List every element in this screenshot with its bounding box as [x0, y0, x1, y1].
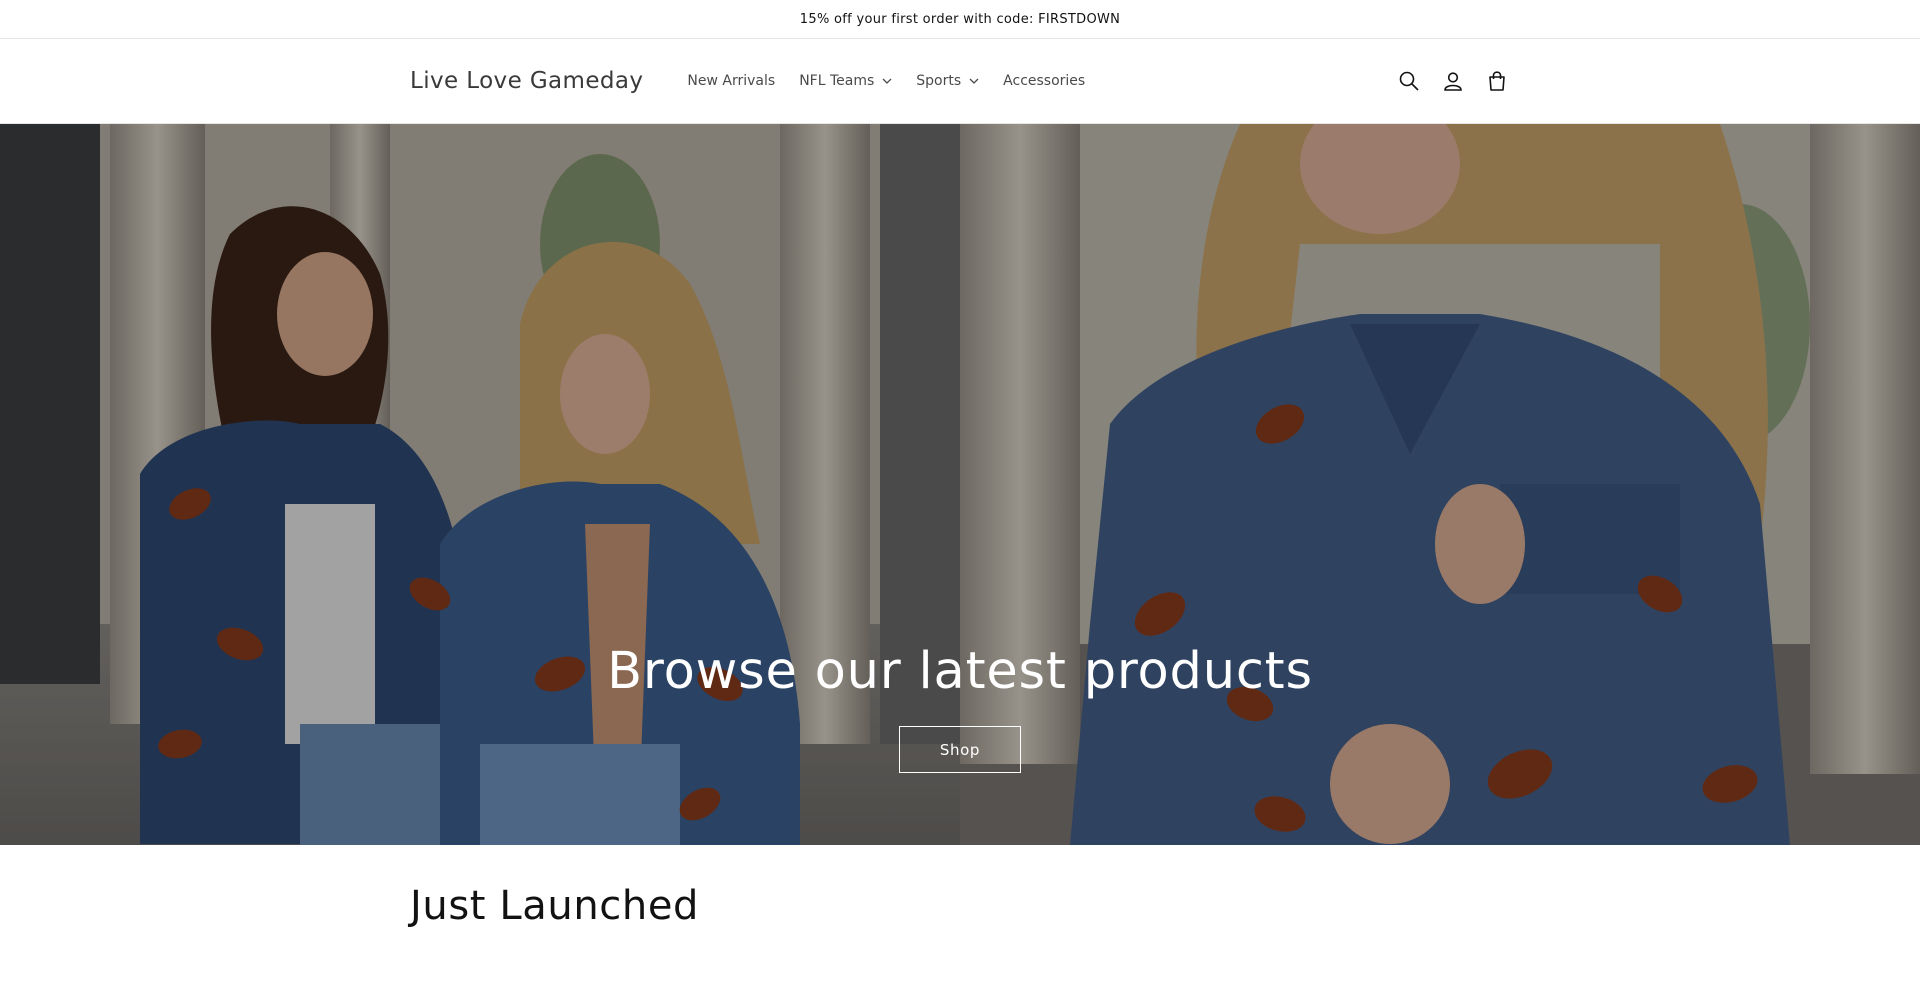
nav-item-label: NFL Teams	[799, 73, 875, 89]
search-icon[interactable]	[1396, 68, 1422, 94]
chevron-down-icon	[969, 76, 979, 86]
cart-icon[interactable]	[1484, 68, 1510, 94]
just-launched-section: Just Launched	[0, 845, 1920, 993]
site-header: Live Love Gameday New Arrivals NFL Teams…	[0, 39, 1920, 124]
nav-item-nfl-teams[interactable]: NFL Teams	[787, 73, 904, 89]
announcement-text: 15% off your first order with code: FIRS…	[799, 11, 1121, 27]
hero-content: Browse our latest products Shop	[0, 642, 1920, 774]
section-title: Just Launched	[410, 883, 700, 929]
shop-button[interactable]: Shop	[899, 726, 1021, 774]
account-icon[interactable]	[1440, 68, 1466, 94]
nav-item-sports[interactable]: Sports	[904, 73, 991, 89]
nav-item-accessories[interactable]: Accessories	[991, 73, 1097, 89]
nav-item-label: Sports	[916, 73, 962, 89]
chevron-down-icon	[882, 76, 892, 86]
nav-item-label: Accessories	[1003, 73, 1086, 89]
header-inner: Live Love Gameday New Arrivals NFL Teams…	[410, 39, 1510, 123]
header-icons	[1396, 68, 1510, 94]
nav-item-new-arrivals[interactable]: New Arrivals	[675, 73, 787, 89]
nav-item-label: New Arrivals	[687, 73, 776, 89]
hero-banner: Browse our latest products Shop	[0, 124, 1920, 845]
main-nav: New Arrivals NFL Teams Sports Accessorie…	[675, 73, 1097, 89]
announcement-bar: 15% off your first order with code: FIRS…	[0, 0, 1920, 39]
store-logo[interactable]: Live Love Gameday	[410, 68, 643, 94]
hero-title: Browse our latest products	[607, 642, 1313, 701]
